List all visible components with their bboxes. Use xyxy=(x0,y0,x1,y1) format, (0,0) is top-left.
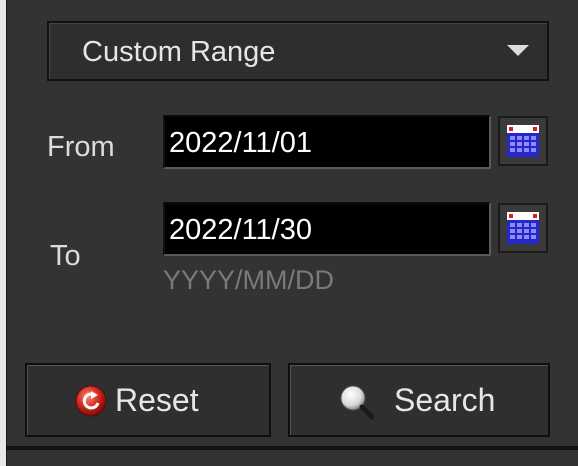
calendar-icon xyxy=(507,212,539,244)
from-label: From xyxy=(47,131,115,163)
to-label: To xyxy=(50,240,81,272)
from-date-input[interactable]: 2022/11/01 xyxy=(163,115,491,169)
search-icon xyxy=(340,385,375,420)
search-button-label: Search xyxy=(394,382,496,418)
reset-button-label: Reset xyxy=(115,382,199,418)
calendar-icon xyxy=(507,125,539,157)
panel-bottom-border xyxy=(6,446,578,450)
to-date-input[interactable]: 2022/11/30 xyxy=(163,202,491,256)
from-calendar-button[interactable] xyxy=(498,116,548,166)
date-format-hint: YYYY/MM/DD xyxy=(163,265,335,295)
chevron-down-icon[interactable] xyxy=(507,45,529,56)
range-dropdown-value: Custom Range xyxy=(82,36,276,68)
reset-icon xyxy=(75,385,107,417)
reset-button[interactable]: Reset xyxy=(25,363,271,437)
range-dropdown[interactable]: Custom Range xyxy=(47,21,549,81)
search-button[interactable]: Search xyxy=(288,363,550,437)
to-calendar-button[interactable] xyxy=(498,203,548,253)
